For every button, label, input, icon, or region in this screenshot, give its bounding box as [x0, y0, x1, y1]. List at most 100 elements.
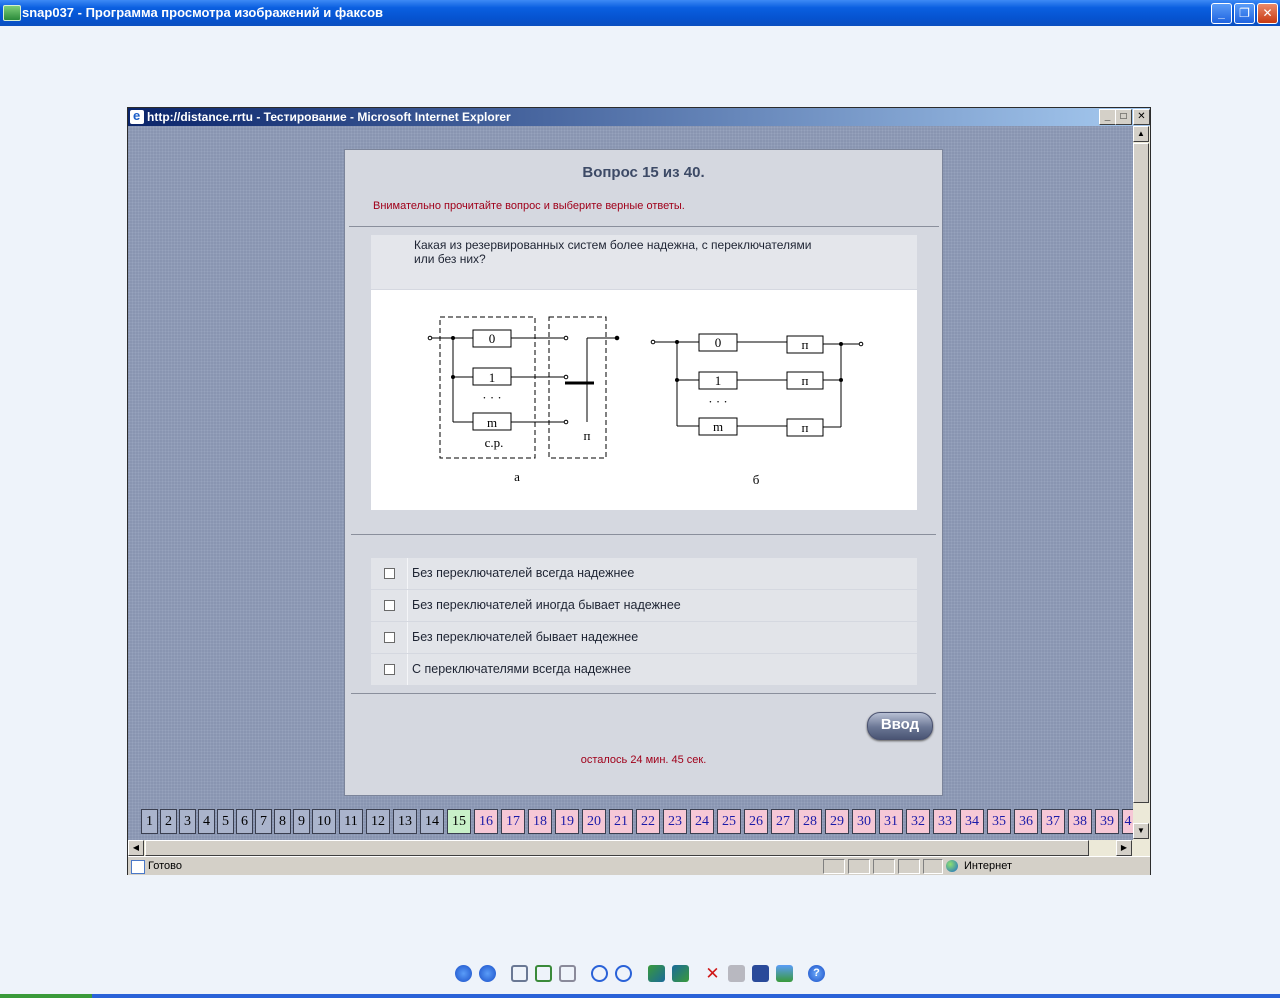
page-number-11[interactable]: 11: [339, 809, 363, 834]
page-number-7[interactable]: 7: [255, 809, 272, 834]
page-number-37[interactable]: 37: [1041, 809, 1065, 834]
page-number-39[interactable]: 39: [1095, 809, 1119, 834]
vertical-scroll-thumb[interactable]: [1133, 143, 1149, 803]
restore-button[interactable]: ❐: [1234, 3, 1255, 24]
diagram-b: [650, 333, 864, 437]
zoom-in-icon[interactable]: [591, 965, 608, 982]
page-icon: [131, 860, 145, 874]
page-number-38[interactable]: 38: [1068, 809, 1092, 834]
page-number-8[interactable]: 8: [274, 809, 291, 834]
page-number-35[interactable]: 35: [987, 809, 1011, 834]
page-number-40[interactable]: 4: [1122, 809, 1133, 834]
answer-label-2[interactable]: Без переключателей иногда бывает надежне…: [412, 598, 681, 612]
status-cell: [823, 859, 845, 874]
page-number-10[interactable]: 10: [312, 809, 336, 834]
answer-checkbox-4[interactable]: [384, 664, 395, 675]
diagram-b-switch-0: п: [802, 337, 809, 352]
divider: [349, 226, 939, 227]
page-number-33[interactable]: 33: [933, 809, 957, 834]
page-number-31[interactable]: 31: [879, 809, 903, 834]
page-number-4[interactable]: 4: [198, 809, 215, 834]
answer-option-1[interactable]: Без переключателей всегда надежнее: [371, 558, 917, 589]
page-number-24[interactable]: 24: [690, 809, 714, 834]
page-number-19[interactable]: 19: [555, 809, 579, 834]
page-number-23[interactable]: 23: [663, 809, 687, 834]
diagram-a-sr-caption: с.р.: [485, 435, 504, 450]
page-number-20[interactable]: 20: [582, 809, 606, 834]
checkbox-cell: [371, 558, 408, 589]
browser-maximize-button[interactable]: □: [1115, 109, 1132, 125]
status-cell: [873, 859, 895, 874]
submit-button[interactable]: Ввод: [867, 712, 933, 740]
zoom-out-icon[interactable]: [615, 965, 632, 982]
answer-label-4[interactable]: С переключателями всегда надежнее: [412, 662, 631, 676]
page-number-3[interactable]: 3: [179, 809, 196, 834]
page-number-29[interactable]: 29: [825, 809, 849, 834]
page-number-14[interactable]: 14: [420, 809, 444, 834]
rotate-clockwise-icon[interactable]: [648, 965, 665, 982]
question-text: Какая из резервированных систем более на…: [414, 238, 812, 266]
page-number-21[interactable]: 21: [609, 809, 633, 834]
slideshow-icon[interactable]: [559, 965, 576, 982]
question-header: Вопрос 15 из 40.: [582, 164, 705, 181]
page-number-32[interactable]: 32: [906, 809, 930, 834]
page-number-25[interactable]: 25: [717, 809, 741, 834]
scroll-down-arrow-icon[interactable]: ▼: [1133, 823, 1149, 839]
delete-icon[interactable]: ✕: [704, 965, 721, 982]
page-number-2[interactable]: 2: [160, 809, 177, 834]
page-number-17[interactable]: 17: [501, 809, 525, 834]
answer-option-3[interactable]: Без переключателей бывает надежнее: [371, 622, 917, 653]
page-number-15[interactable]: 15: [447, 809, 471, 834]
help-icon[interactable]: ?: [808, 965, 825, 982]
page-number-13[interactable]: 13: [393, 809, 417, 834]
diagram-b-switch-1: п: [802, 373, 809, 388]
time-remaining: осталось 24 мин. 45 сек.: [580, 754, 707, 766]
answer-checkbox-1[interactable]: [384, 568, 395, 579]
page-number-34[interactable]: 34: [960, 809, 984, 834]
save-icon[interactable]: [752, 965, 769, 982]
print-icon[interactable]: [728, 965, 745, 982]
page-number-30[interactable]: 30: [852, 809, 876, 834]
internet-globe-icon: [946, 860, 958, 872]
previous-image-icon[interactable]: [455, 965, 472, 982]
answer-label-3[interactable]: Без переключателей бывает надежнее: [412, 630, 638, 644]
page-number-36[interactable]: 36: [1014, 809, 1038, 834]
page-number-28[interactable]: 28: [798, 809, 822, 834]
answer-checkbox-2[interactable]: [384, 600, 395, 611]
scroll-up-arrow-icon[interactable]: ▲: [1133, 126, 1149, 142]
horizontal-scrollbar[interactable]: ◀ ▶: [128, 840, 1133, 856]
actual-size-icon[interactable]: [535, 965, 552, 982]
answer-option-4[interactable]: С переключателями всегда надежнее: [371, 654, 917, 685]
browser-close-button[interactable]: ✕: [1133, 109, 1150, 125]
answer-option-2[interactable]: Без переключателей иногда бывает надежне…: [371, 590, 917, 621]
page-number-5[interactable]: 5: [217, 809, 234, 834]
browser-title: http://distance.rrtu - Тестирование - Mi…: [147, 110, 511, 124]
next-image-icon[interactable]: [479, 965, 496, 982]
page-number-16[interactable]: 16: [474, 809, 498, 834]
page-number-1[interactable]: 1: [141, 809, 158, 834]
horizontal-scroll-thumb[interactable]: [145, 840, 1089, 856]
viewer-title-bar: snap037 - Программа просмотра изображени…: [0, 0, 1280, 26]
close-button[interactable]: ✕: [1257, 3, 1278, 24]
edit-icon[interactable]: [776, 965, 793, 982]
scroll-right-arrow-icon[interactable]: ▶: [1116, 840, 1132, 856]
minimize-button[interactable]: _: [1211, 3, 1232, 24]
answer-label-1[interactable]: Без переключателей всегда надежнее: [412, 566, 634, 580]
question-box: Какая из резервированных систем более на…: [371, 235, 917, 289]
page-number-22[interactable]: 22: [636, 809, 660, 834]
start-button[interactable]: [0, 994, 92, 998]
diagram-a-switch-label: п: [584, 428, 591, 443]
best-fit-icon[interactable]: [511, 965, 528, 982]
page-number-26[interactable]: 26: [744, 809, 768, 834]
page-number-9[interactable]: 9: [293, 809, 310, 834]
scroll-left-arrow-icon[interactable]: ◀: [128, 840, 144, 856]
rotate-counterclockwise-icon[interactable]: [672, 965, 689, 982]
page-number-18[interactable]: 18: [528, 809, 552, 834]
vertical-scrollbar[interactable]: ▲ ▼: [1133, 126, 1150, 840]
answer-checkbox-3[interactable]: [384, 632, 395, 643]
page-number-12[interactable]: 12: [366, 809, 390, 834]
page-number-27[interactable]: 27: [771, 809, 795, 834]
status-bar: Готово Интернет: [128, 856, 1150, 875]
page-number-6[interactable]: 6: [236, 809, 253, 834]
browser-minimize-button[interactable]: _: [1099, 109, 1116, 125]
